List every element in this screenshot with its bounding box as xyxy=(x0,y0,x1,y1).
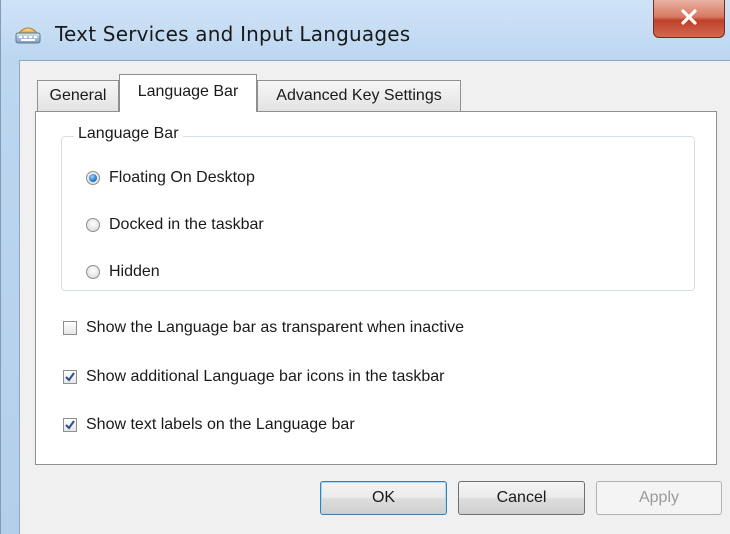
title-bar[interactable]: Text Services and Input Languages xyxy=(1,0,730,60)
tab-advanced-key-settings[interactable]: Advanced Key Settings xyxy=(257,80,461,111)
tab-general[interactable]: General xyxy=(37,80,119,111)
language-bar-groupbox: Language Bar Floating On Desktop Docked … xyxy=(61,125,695,291)
tab-language-bar[interactable]: Language Bar xyxy=(119,74,257,112)
tab-panel-language-bar: Language Bar Floating On Desktop Docked … xyxy=(35,111,717,465)
ok-button[interactable]: OK xyxy=(320,481,447,515)
checkbox-transparent-when-inactive[interactable]: Show the Language bar as transparent whe… xyxy=(63,319,464,337)
checkbox-additional-icons-taskbar[interactable]: Show additional Language bar icons in th… xyxy=(63,368,444,386)
close-icon xyxy=(680,8,698,29)
radio-label: Docked in the taskbar xyxy=(109,216,264,233)
checkbox-checked[interactable] xyxy=(63,370,77,384)
group-label: Language Bar xyxy=(74,125,183,143)
keyboard-icon xyxy=(15,21,41,45)
checkbox-text-labels[interactable]: Show text labels on the Language bar xyxy=(63,416,355,434)
tab-label: General xyxy=(49,87,107,104)
radio-button-checked[interactable] xyxy=(86,171,100,185)
radio-hidden[interactable]: Hidden xyxy=(86,263,160,281)
tab-label: Language Bar xyxy=(137,82,239,100)
radio-button[interactable] xyxy=(86,265,100,279)
radio-floating-on-desktop[interactable]: Floating On Desktop xyxy=(86,169,255,187)
window-title: Text Services and Input Languages xyxy=(55,22,411,46)
checkbox-label: Show additional Language bar icons in th… xyxy=(86,368,445,385)
checkbox-label: Show the Language bar as transparent whe… xyxy=(86,319,465,336)
radio-label: Hidden xyxy=(109,263,160,280)
checkbox[interactable] xyxy=(63,321,77,335)
checkbox-checked[interactable] xyxy=(63,418,77,432)
checkmark-icon xyxy=(65,372,75,382)
tab-label: Advanced Key Settings xyxy=(276,87,442,104)
checkbox-label: Show text labels on the Language bar xyxy=(86,416,355,433)
dialog-window: Text Services and Input Languages Genera… xyxy=(0,0,730,534)
checkmark-icon xyxy=(65,420,75,430)
cancel-button[interactable]: Cancel xyxy=(458,481,585,515)
radio-docked-in-taskbar[interactable]: Docked in the taskbar xyxy=(86,216,264,234)
radio-label: Floating On Desktop xyxy=(109,169,255,186)
radio-button[interactable] xyxy=(86,218,100,232)
apply-button[interactable]: Apply xyxy=(596,481,722,515)
close-button[interactable] xyxy=(653,0,725,38)
dialog-client-area: General Language Bar Advanced Key Settin… xyxy=(19,60,730,534)
